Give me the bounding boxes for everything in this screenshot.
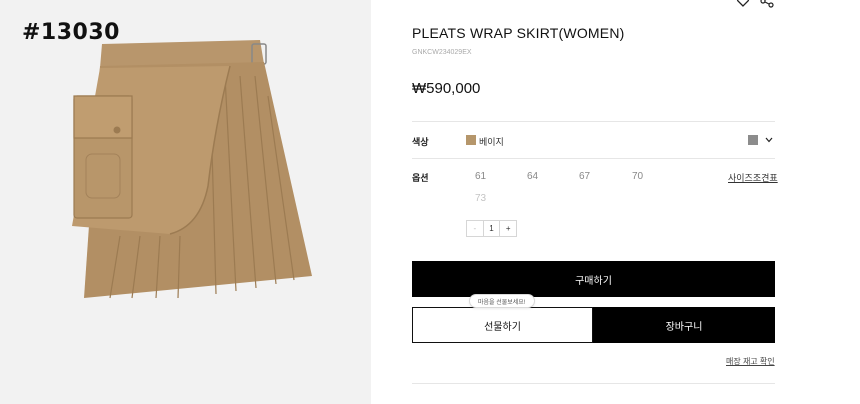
product-info-panel: PLEATS WRAP SKIRT(WOMEN) GNKCW234029EX ₩… xyxy=(371,0,860,404)
color-chip[interactable] xyxy=(748,135,758,145)
product-image xyxy=(72,40,312,299)
top-action-icons xyxy=(736,0,774,8)
divider xyxy=(412,158,775,159)
quantity-value[interactable]: 1 xyxy=(482,221,501,236)
stock-check-link[interactable]: 매장 재고 확인 xyxy=(726,356,775,367)
quantity-plus-button[interactable]: + xyxy=(500,221,516,236)
size-option[interactable]: 64 xyxy=(527,171,538,182)
color-swatch[interactable] xyxy=(466,135,476,145)
buy-button[interactable]: 구매하기 xyxy=(412,261,775,297)
quantity-minus-button[interactable]: - xyxy=(467,221,483,236)
size-option[interactable]: 70 xyxy=(632,171,643,182)
share-icon[interactable] xyxy=(760,0,774,8)
size-label: 옵션 xyxy=(412,173,429,183)
color-label: 색상 xyxy=(412,137,429,147)
size-option[interactable]: 73 xyxy=(475,193,486,204)
gift-button[interactable]: 선물하기 xyxy=(412,307,593,343)
quantity-stepper: - 1 + xyxy=(466,220,517,237)
product-title: PLEATS WRAP SKIRT(WOMEN) xyxy=(412,25,625,41)
product-image-panel: #13030 xyxy=(0,0,371,404)
size-option[interactable]: 67 xyxy=(579,171,590,182)
color-value[interactable]: 베이지 xyxy=(479,135,504,148)
gift-tooltip: 마음을 선물보세요! xyxy=(469,294,535,308)
product-sku: GNKCW234029EX xyxy=(412,49,472,56)
product-price: ₩590,000 xyxy=(412,80,481,97)
divider xyxy=(412,383,775,384)
size-chart-link[interactable]: 사이즈조견표 xyxy=(728,171,778,184)
divider xyxy=(412,121,775,122)
chevron-down-icon[interactable] xyxy=(765,136,773,144)
heart-icon[interactable] xyxy=(736,0,750,8)
cart-button[interactable]: 장바구니 xyxy=(593,307,775,343)
size-option[interactable]: 61 xyxy=(475,171,486,182)
